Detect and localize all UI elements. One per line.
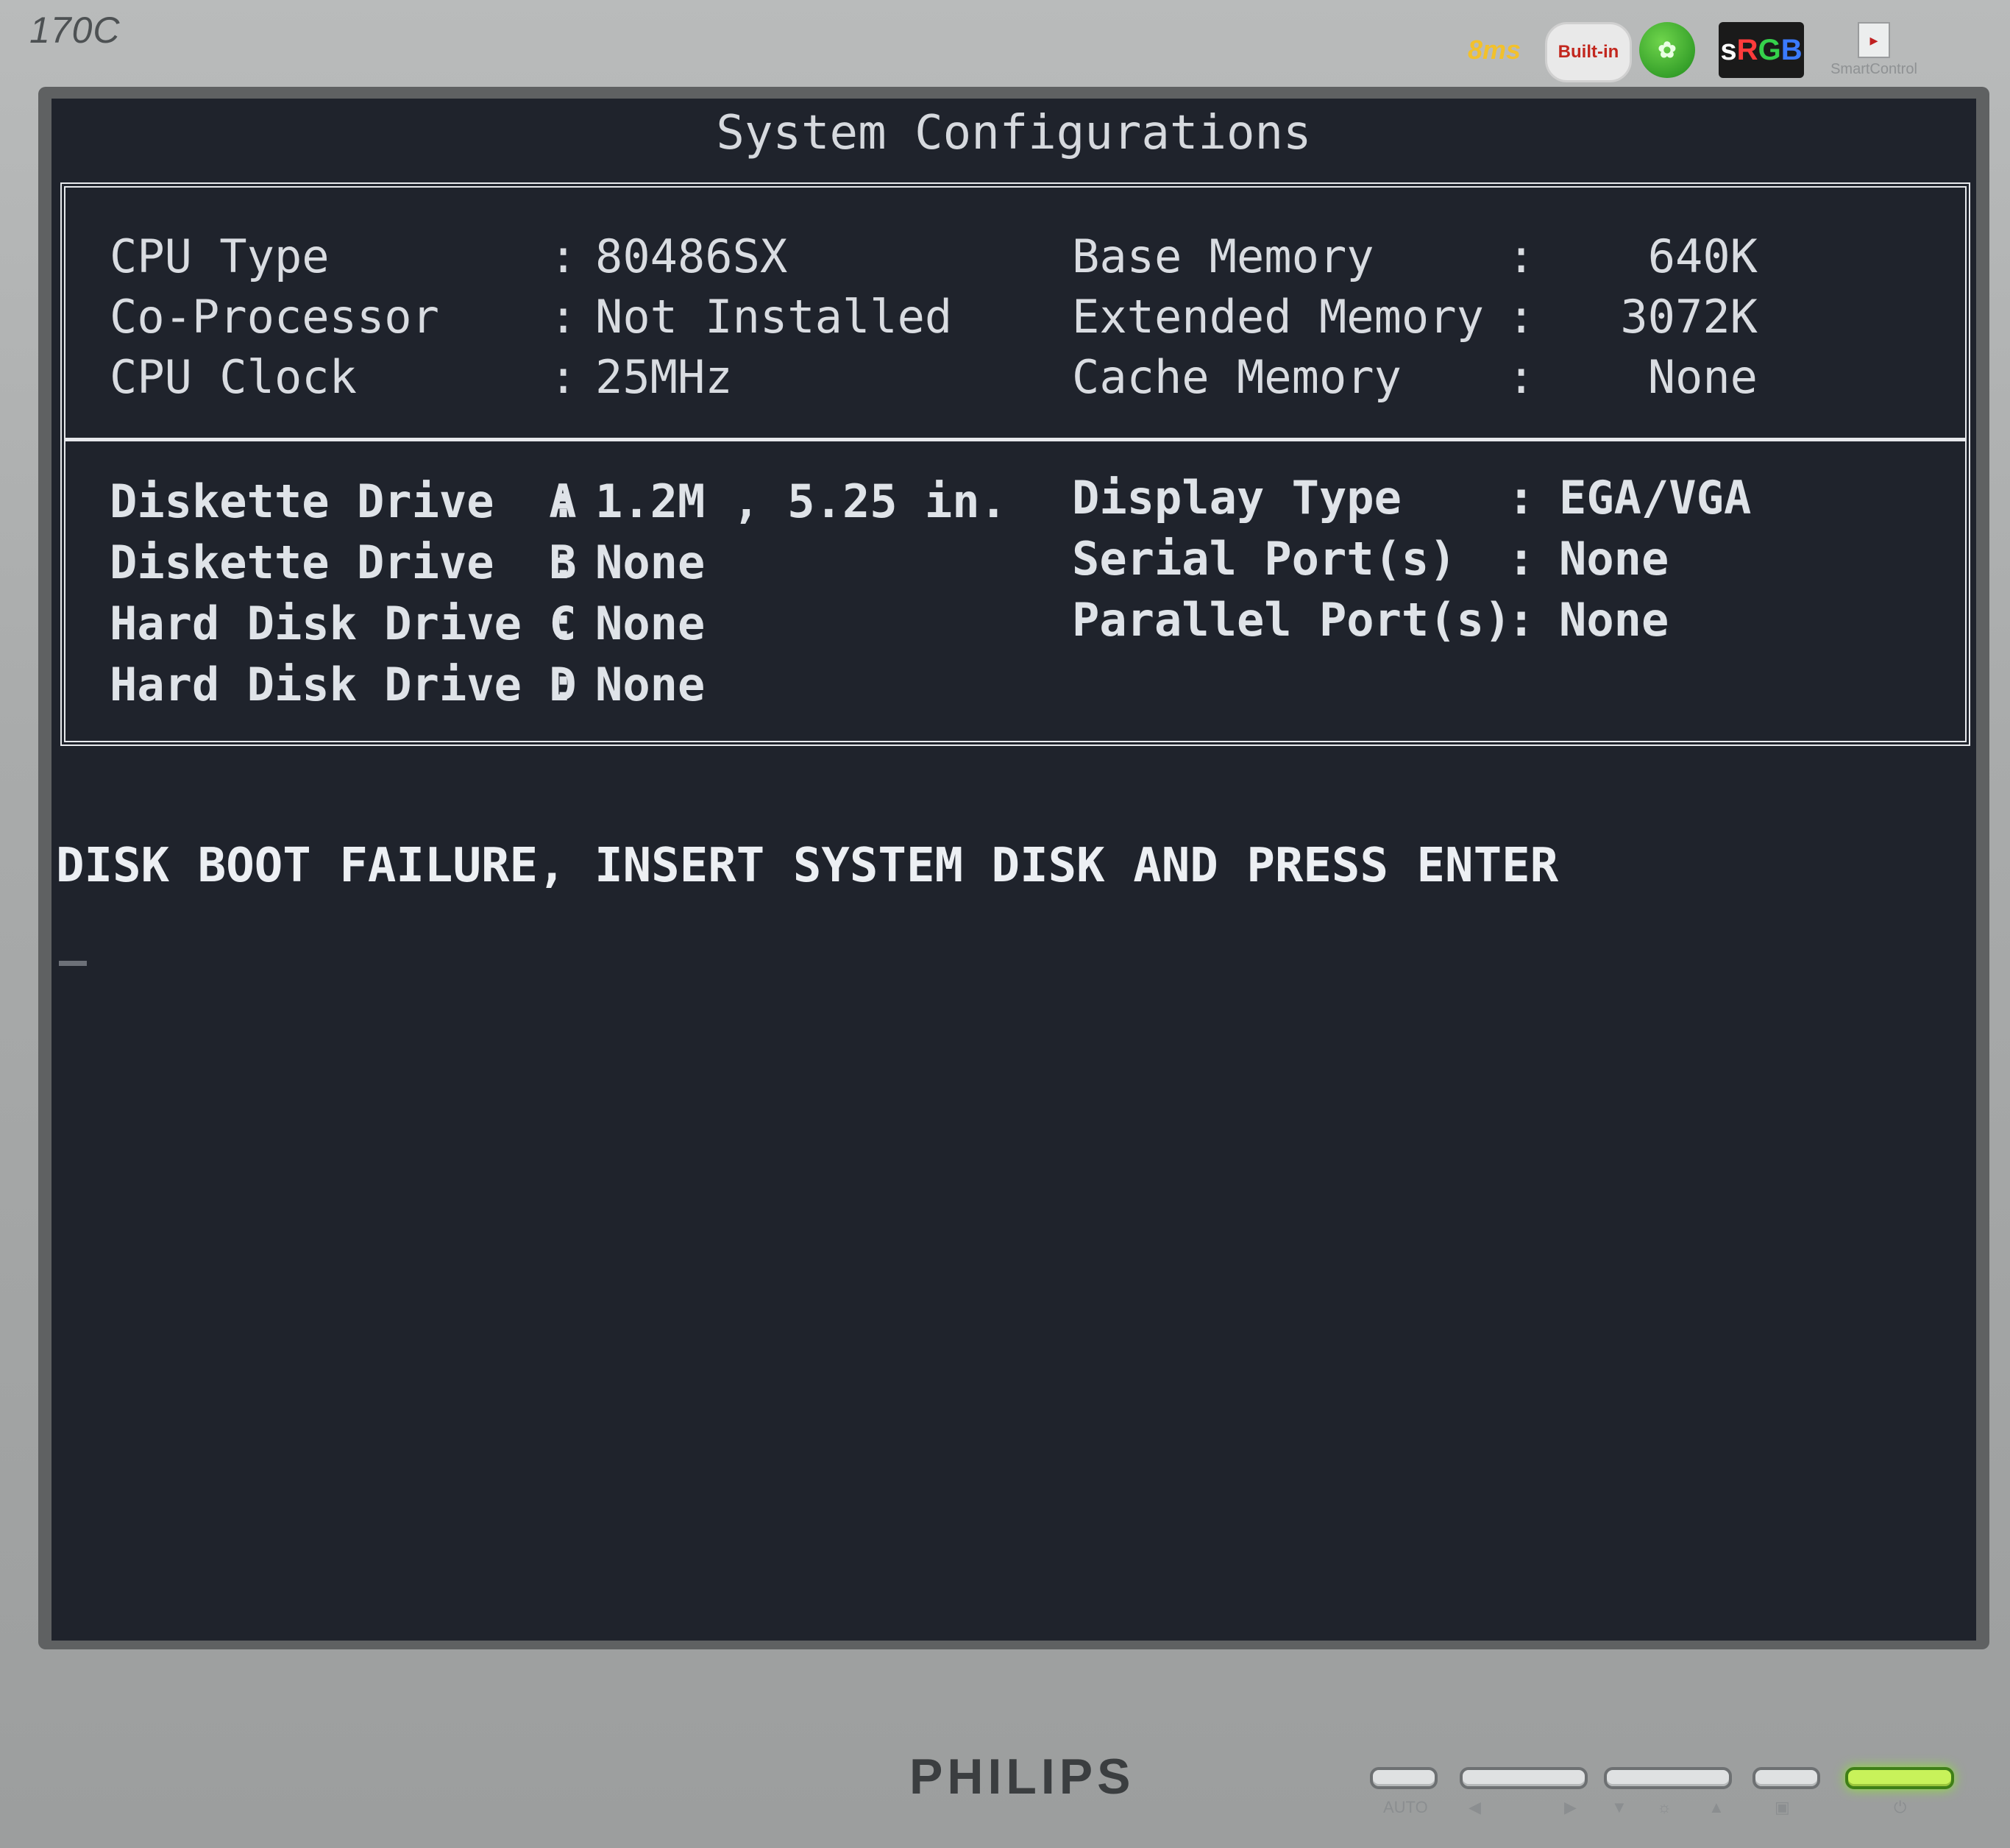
monitor-frame: 170C 8ms Built-in ✿ sRGB ▸ SmartControl … (0, 0, 2010, 1848)
diskette-b-value: None (595, 536, 706, 589)
base-memory-label: Base Memory (1072, 230, 1374, 283)
auto-label: AUTO (1383, 1798, 1428, 1816)
separator: : (550, 536, 578, 589)
hard-disk-c-label: Hard Disk Drive C (110, 597, 577, 650)
smartcontrol-badge: ▸ SmartControl (1819, 22, 1929, 78)
coprocessor-value: Not Installed (595, 290, 953, 344)
cache-memory-value: None (1647, 350, 1758, 404)
smartcontrol-icon: ▸ (1858, 22, 1890, 58)
down-arrow-icon: ▼ (1611, 1798, 1627, 1816)
diskette-a-value: 1.2M , 5.25 in. (595, 475, 1007, 528)
bios-screen: System Configurations CPU Type : 80486SX… (52, 99, 1976, 1641)
serial-ports-value: None (1559, 532, 1669, 586)
cache-memory-label: Cache Memory (1072, 350, 1402, 404)
power-button[interactable] (1845, 1767, 1954, 1789)
extended-memory-label: Extended Memory (1072, 290, 1484, 344)
cpu-clock-label: CPU Clock (110, 350, 357, 404)
separator: : (550, 475, 578, 528)
brightness-icon: ☼ (1657, 1798, 1672, 1816)
boot-failure-message: DISK BOOT FAILURE, INSERT SYSTEM DISK AN… (56, 839, 1559, 893)
separator: : (1508, 593, 1535, 647)
cpu-clock-value: 25MHz (595, 350, 733, 404)
cpu-type-value: 80486SX (595, 230, 788, 283)
separator: : (1508, 350, 1535, 404)
model-label: 170C (29, 10, 121, 51)
smartcontrol-label: SmartControl (1830, 61, 1917, 77)
menu-icon: ▣ (1775, 1798, 1790, 1816)
extended-memory-value: 3072K (1620, 290, 1758, 344)
up-arrow-icon: ▲ (1708, 1798, 1725, 1816)
separator: : (1508, 532, 1535, 586)
separator: : (1508, 230, 1535, 283)
response-time-badge: 8ms (1467, 35, 1521, 65)
separator: : (550, 350, 578, 404)
text-cursor (59, 961, 87, 966)
diskette-b-label: Diskette Drive B (110, 536, 577, 589)
hard-disk-d-value: None (595, 658, 706, 711)
separator: : (1508, 471, 1535, 525)
left-right-button[interactable] (1460, 1767, 1588, 1789)
display-type-label: Display Type (1072, 471, 1402, 525)
brightness-up-down-button[interactable] (1604, 1767, 1732, 1789)
page-title: System Configurations (716, 106, 1312, 160)
cpu-type-label: CPU Type (110, 230, 330, 283)
diskette-a-label: Diskette Drive A (110, 475, 577, 528)
parallel-ports-value: None (1559, 593, 1669, 647)
display-type-value: EGA/VGA (1559, 471, 1752, 525)
left-arrow-icon: ◀ (1469, 1798, 1481, 1816)
brand-logo: PHILIPS (909, 1749, 1135, 1805)
builtin-power-badge: Built-in (1545, 22, 1632, 82)
separator: : (550, 597, 578, 650)
auto-button[interactable] (1370, 1767, 1438, 1789)
parallel-ports-label: Parallel Port(s) (1072, 593, 1512, 647)
lead-free-leaf-icon: ✿ (1639, 22, 1695, 78)
menu-button[interactable] (1752, 1767, 1820, 1789)
hard-disk-c-value: None (595, 597, 706, 650)
separator: : (550, 658, 578, 711)
panel-divider (65, 438, 1965, 441)
coprocessor-label: Co-Processor (110, 290, 439, 344)
separator: : (550, 230, 578, 283)
hard-disk-d-label: Hard Disk Drive D (110, 658, 577, 711)
separator: : (1508, 290, 1535, 344)
right-arrow-icon: ▶ (1564, 1798, 1577, 1816)
srgb-badge: sRGB (1719, 22, 1804, 78)
serial-ports-label: Serial Port(s) (1072, 532, 1457, 586)
separator: : (550, 290, 578, 344)
config-panel: CPU Type : 80486SX Co-Processor : Not In… (60, 182, 1970, 746)
base-memory-value: 640K (1647, 230, 1758, 283)
power-icon: ⏻ (1894, 1798, 1907, 1816)
